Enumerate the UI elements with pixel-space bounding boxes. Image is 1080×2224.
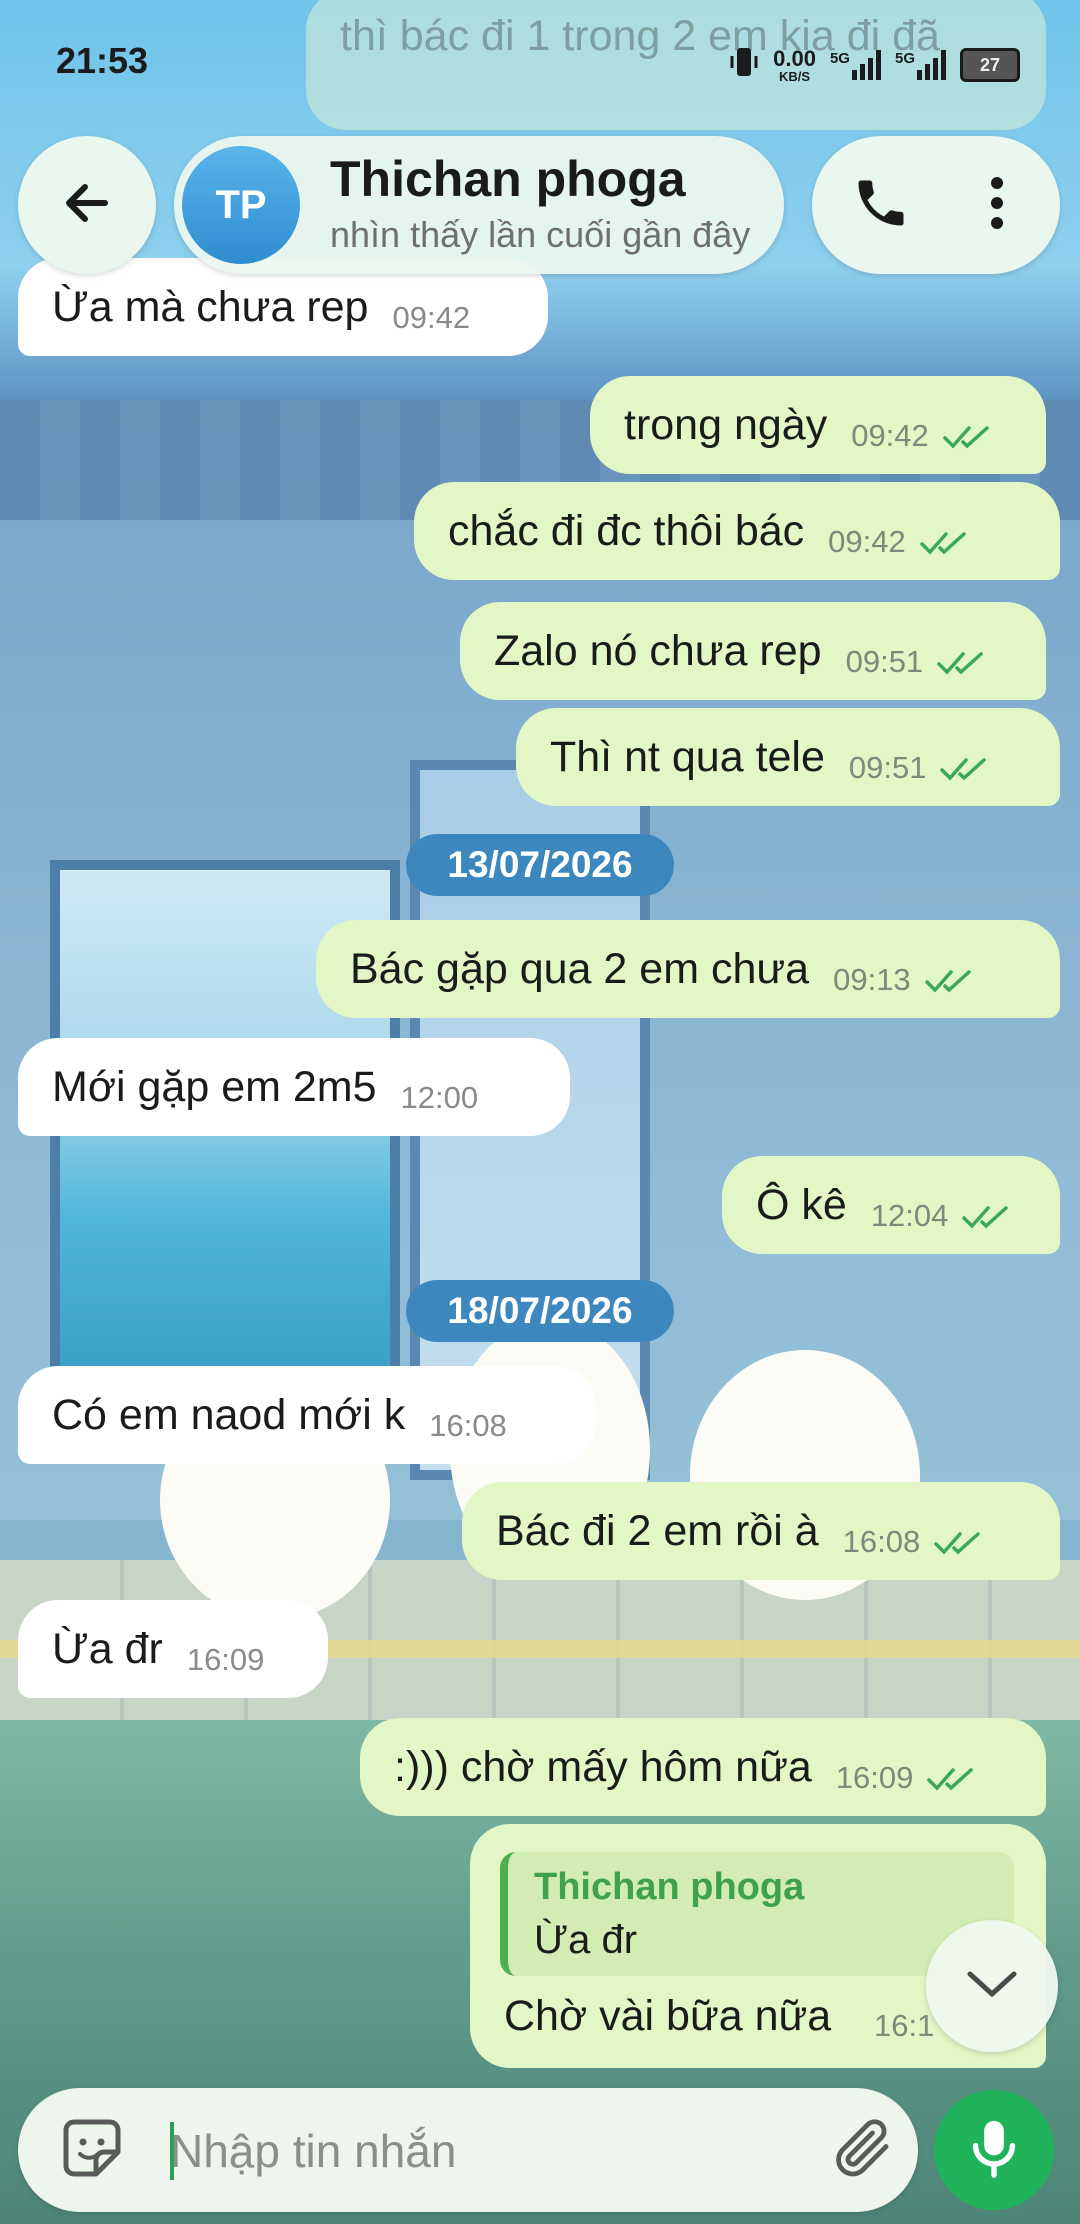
message-text: Bác gặp qua 2 em chưa (350, 944, 810, 993)
status-time: 21:53 (56, 40, 149, 81)
mic-icon (964, 2116, 1024, 2185)
message-time: 16:08 (842, 1524, 921, 1559)
battery-level: 27 (979, 54, 1001, 75)
sim2-label: 5G (894, 50, 915, 67)
message-time: 12:00 (400, 1080, 479, 1115)
message-outgoing[interactable]: Thì nt qua tele 09:51 (516, 708, 1060, 806)
message-outgoing[interactable]: Bác gặp qua 2 em chưa 09:13 (316, 920, 1060, 1018)
net-speed-unit: KB/S (779, 68, 811, 84)
attach-button[interactable] (824, 2112, 900, 2188)
message-text: Ô kê (756, 1180, 847, 1229)
double-check-icon (920, 518, 970, 567)
message-time: 16:09 (835, 1760, 914, 1795)
message-time: 09:51 (848, 750, 927, 785)
quoted-text: Ừa đr (534, 1918, 638, 1962)
message-text: trong ngày (624, 400, 828, 449)
message-text: Ừa mà chưa rep (52, 282, 369, 331)
net-speed-value: 0.00 (773, 45, 816, 71)
message-text: Mới gặp em 2m5 (52, 1062, 377, 1111)
message-outgoing[interactable]: Ô kê 12:04 (722, 1156, 1060, 1254)
double-check-icon (934, 1518, 984, 1567)
message-text: :))) chờ mấy hôm nữa (394, 1742, 812, 1791)
contact-header[interactable]: TP Thichan phoga nhìn thấy lần cuối gần … (174, 136, 784, 274)
message-text: Zalo nó chưa rep (494, 626, 822, 675)
scroll-to-bottom-button[interactable] (926, 1920, 1058, 2052)
back-button[interactable] (18, 136, 156, 274)
more-options-button[interactable] (952, 160, 1042, 250)
sticker-icon (56, 2112, 128, 2189)
double-check-icon (940, 744, 990, 793)
message-outgoing[interactable]: :))) chờ mấy hôm nữa 16:09 (360, 1718, 1046, 1816)
message-time: 09:13 (833, 962, 911, 997)
quoted-sender: Thichan phoga (534, 1866, 805, 1908)
phone-icon (851, 173, 911, 238)
message-input[interactable] (168, 2110, 812, 2192)
message-outgoing[interactable]: chắc đi đc thôi bác 09:42 (414, 482, 1060, 580)
message-time: 16:1 (874, 2008, 935, 2043)
voice-record-button[interactable] (934, 2090, 1054, 2210)
message-time: 09:51 (845, 644, 924, 679)
status-bar: 21:53 0.00 KB/S 5G 5G 27 (0, 0, 1080, 120)
more-vert-icon (987, 175, 1007, 236)
message-outgoing[interactable]: Zalo nó chưa rep 09:51 (460, 602, 1046, 700)
chevron-down-icon (964, 1966, 1020, 2007)
call-button[interactable] (836, 160, 926, 250)
message-outgoing[interactable]: trong ngày 09:42 (590, 376, 1046, 474)
signal-icon (917, 50, 946, 80)
paperclip-icon (828, 2114, 896, 2187)
system-icons: 0.00 KB/S 5G 5G 27 (729, 44, 1020, 86)
double-check-icon (924, 956, 975, 1005)
vibrate-icon (729, 44, 759, 86)
message-text: chắc đi đc thôi bác (448, 506, 805, 555)
date-separator: 13/07/2026 (406, 834, 674, 896)
message-time: 09:42 (828, 524, 906, 559)
message-incoming[interactable]: Mới gặp em 2m5 12:00 (18, 1038, 570, 1136)
message-time: 09:42 (392, 300, 471, 335)
message-time: 12:04 (870, 1198, 949, 1233)
double-check-icon (943, 412, 993, 461)
double-check-icon (937, 638, 987, 687)
message-text: Chờ vài bữa nữa (504, 1992, 832, 2040)
avatar[interactable]: TP (182, 146, 300, 264)
net-speed: 0.00 KB/S (773, 45, 816, 84)
battery-icon: 27 (960, 48, 1020, 82)
message-time: 16:08 (429, 1408, 507, 1443)
sticker-button[interactable] (54, 2112, 130, 2188)
message-text: Thì nt qua tele (550, 732, 825, 781)
double-check-icon (927, 1754, 977, 1803)
signal-icon (851, 50, 881, 80)
message-text: Bác đi 2 em rồi à (496, 1506, 819, 1555)
message-text: Ừa đr (52, 1624, 163, 1673)
double-check-icon (962, 1192, 1012, 1241)
sim1-label: 5G (829, 50, 850, 67)
signal-sim1: 5G (830, 50, 881, 80)
message-time: 16:09 (186, 1642, 265, 1677)
message-text: Có em naod mới k (52, 1390, 406, 1439)
date-separator: 18/07/2026 (406, 1280, 674, 1342)
contact-last-seen: nhìn thấy lần cuối gần đây (330, 214, 751, 255)
contact-name: Thichan phoga (330, 151, 686, 207)
message-composer (18, 2088, 918, 2212)
message-incoming[interactable]: Ừa đr 16:09 (18, 1600, 328, 1698)
signal-sim2: 5G (895, 50, 946, 80)
back-arrow-icon (59, 175, 115, 236)
message-incoming[interactable]: Có em naod mới k 16:08 (18, 1366, 596, 1464)
header-actions (812, 136, 1060, 274)
message-time: 09:42 (851, 418, 929, 453)
message-outgoing[interactable]: Bác đi 2 em rồi à 16:08 (462, 1482, 1060, 1580)
